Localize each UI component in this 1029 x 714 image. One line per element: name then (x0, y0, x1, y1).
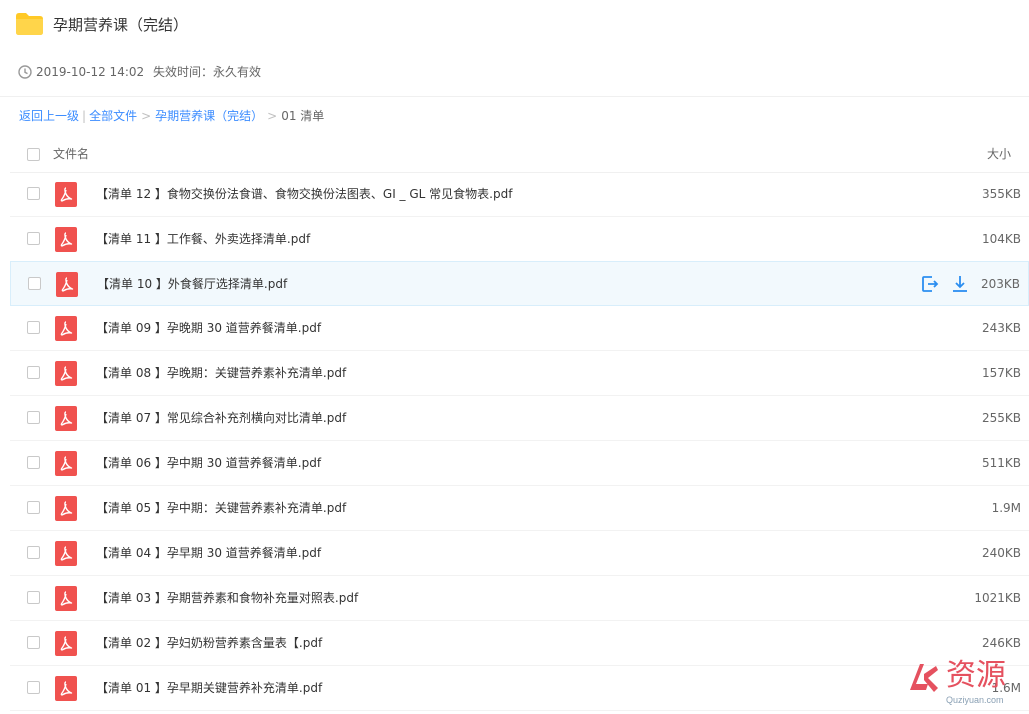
column-header-size[interactable]: 大小 (987, 145, 1011, 163)
file-row[interactable]: 【清单 06 】孕中期 30 道营养餐清单.pdf 511KB (10, 441, 1029, 486)
file-size: 157KB (981, 366, 1021, 380)
breadcrumb-separator: > (141, 109, 152, 123)
row-checkbox[interactable] (27, 366, 40, 379)
row-checkbox[interactable] (27, 636, 40, 649)
file-name[interactable]: 【清单 02 】孕妇奶粉营养素含量表【.pdf (96, 633, 322, 653)
all-files-link[interactable]: 全部文件 (89, 109, 137, 123)
watermark: 资源 Quziyuan.com (906, 658, 1024, 710)
file-size: 243KB (981, 321, 1021, 335)
pdf-file-icon (55, 676, 77, 701)
parent-folder-link[interactable]: 孕期营养课（完结） (155, 109, 263, 123)
row-checkbox[interactable] (27, 456, 40, 469)
row-checkbox[interactable] (27, 187, 40, 200)
file-name[interactable]: 【清单 10 】外食餐厅选择清单.pdf (97, 274, 287, 294)
file-name[interactable]: 【清单 09 】孕晚期 30 道营养餐清单.pdf (96, 318, 321, 338)
share-meta: 2019-10-12 14:02 失效时间：永久有效 (0, 50, 1029, 97)
file-row[interactable]: 【清单 01 】孕早期关键营养补充清单.pdf 1.6M (10, 666, 1029, 711)
file-name[interactable]: 【清单 05 】孕中期：关键营养素补充清单.pdf (96, 498, 346, 518)
row-checkbox[interactable] (27, 501, 40, 514)
file-size: 240KB (981, 546, 1021, 560)
row-checkbox[interactable] (27, 321, 40, 334)
page-title: 孕期营养课（完结） (53, 16, 189, 34)
file-row[interactable]: 【清单 07 】常见综合补充剂横向对比清单.pdf 255KB (10, 396, 1029, 441)
pdf-file-icon (55, 586, 77, 611)
row-checkbox[interactable] (27, 591, 40, 604)
back-link[interactable]: 返回上一级 (19, 109, 79, 123)
pdf-file-icon (56, 272, 78, 297)
file-name[interactable]: 【清单 04 】孕早期 30 道营养餐清单.pdf (96, 543, 321, 563)
breadcrumb-divider: | (82, 109, 87, 123)
file-name[interactable]: 【清单 08 】孕晚期：关键营养素补充清单.pdf (96, 363, 346, 383)
pdf-file-icon (55, 541, 77, 566)
pdf-file-icon (55, 361, 77, 386)
row-checkbox[interactable] (27, 681, 40, 694)
file-row[interactable]: 【清单 03 】孕期营养素和食物补充量对照表.pdf 1021KB (10, 576, 1029, 621)
pdf-file-icon (55, 451, 77, 476)
file-size: 203KB (980, 277, 1020, 291)
file-name[interactable]: 【清单 01 】孕早期关键营养补充清单.pdf (96, 678, 322, 698)
pdf-file-icon (55, 227, 77, 252)
folder-icon (16, 13, 43, 35)
file-size: 255KB (981, 411, 1021, 425)
pdf-file-icon (55, 316, 77, 341)
watermark-subtext: Quziyuan.com (946, 695, 1004, 705)
current-folder: 01 清单 (281, 109, 325, 123)
file-size: 511KB (981, 456, 1021, 470)
watermark-logo-icon (910, 664, 938, 692)
download-icon[interactable] (950, 274, 970, 294)
file-size: 1021KB (974, 591, 1021, 605)
row-checkbox[interactable] (28, 277, 41, 290)
row-checkbox[interactable] (27, 411, 40, 424)
breadcrumb: 返回上一级 | 全部文件 > 孕期营养课（完结） >01 清单 (19, 106, 324, 126)
column-header-name[interactable]: 文件名 (53, 145, 89, 163)
file-size: 355KB (981, 187, 1021, 201)
file-row[interactable]: 【清单 11 】工作餐、外卖选择清单.pdf 104KB (10, 217, 1029, 262)
expire-time: 失效时间：永久有效 (153, 65, 262, 79)
header: 孕期营养课（完结） (0, 0, 1029, 50)
share-date: 2019-10-12 14:02 (36, 65, 145, 79)
file-name[interactable]: 【清单 06 】孕中期 30 道营养餐清单.pdf (96, 453, 321, 473)
save-to-drive-icon[interactable] (920, 274, 940, 294)
file-name[interactable]: 【清单 03 】孕期营养素和食物补充量对照表.pdf (96, 588, 358, 608)
file-size: 1.9M (991, 501, 1021, 515)
row-checkbox[interactable] (27, 232, 40, 245)
pdf-file-icon (55, 406, 77, 431)
file-name[interactable]: 【清单 11 】工作餐、外卖选择清单.pdf (96, 229, 310, 249)
file-row[interactable]: 【清单 05 】孕中期：关键营养素补充清单.pdf 1.9M (10, 486, 1029, 531)
file-row[interactable]: 【清单 12 】食物交换份法食谱、食物交换份法图表、GI _ GL 常见食物表.… (10, 172, 1029, 217)
pdf-file-icon (55, 631, 77, 656)
file-row[interactable]: 【清单 10 】外食餐厅选择清单.pdf 203KB (10, 261, 1029, 306)
breadcrumb-separator: > (267, 109, 278, 123)
file-size: 104KB (981, 232, 1021, 246)
file-name[interactable]: 【清单 12 】食物交换份法食谱、食物交换份法图表、GI _ GL 常见食物表.… (96, 184, 512, 204)
file-name[interactable]: 【清单 07 】常见综合补充剂横向对比清单.pdf (96, 408, 346, 428)
file-list-header: 文件名 大小 (10, 136, 1029, 173)
file-row[interactable]: 【清单 04 】孕早期 30 道营养餐清单.pdf 240KB (10, 531, 1029, 576)
file-row[interactable]: 【清单 08 】孕晚期：关键营养素补充清单.pdf 157KB (10, 351, 1029, 396)
file-row[interactable]: 【清单 09 】孕晚期 30 道营养餐清单.pdf 243KB (10, 306, 1029, 351)
select-all-checkbox[interactable] (27, 148, 40, 161)
watermark-text: 资源 (946, 658, 1006, 693)
file-list: 【清单 12 】食物交换份法食谱、食物交换份法图表、GI _ GL 常见食物表.… (10, 172, 1029, 711)
file-size: 246KB (981, 636, 1021, 650)
file-row[interactable]: 【清单 02 】孕妇奶粉营养素含量表【.pdf 246KB (10, 621, 1029, 666)
pdf-file-icon (55, 182, 77, 207)
row-checkbox[interactable] (27, 546, 40, 559)
pdf-file-icon (55, 496, 77, 521)
clock-icon (18, 65, 32, 79)
